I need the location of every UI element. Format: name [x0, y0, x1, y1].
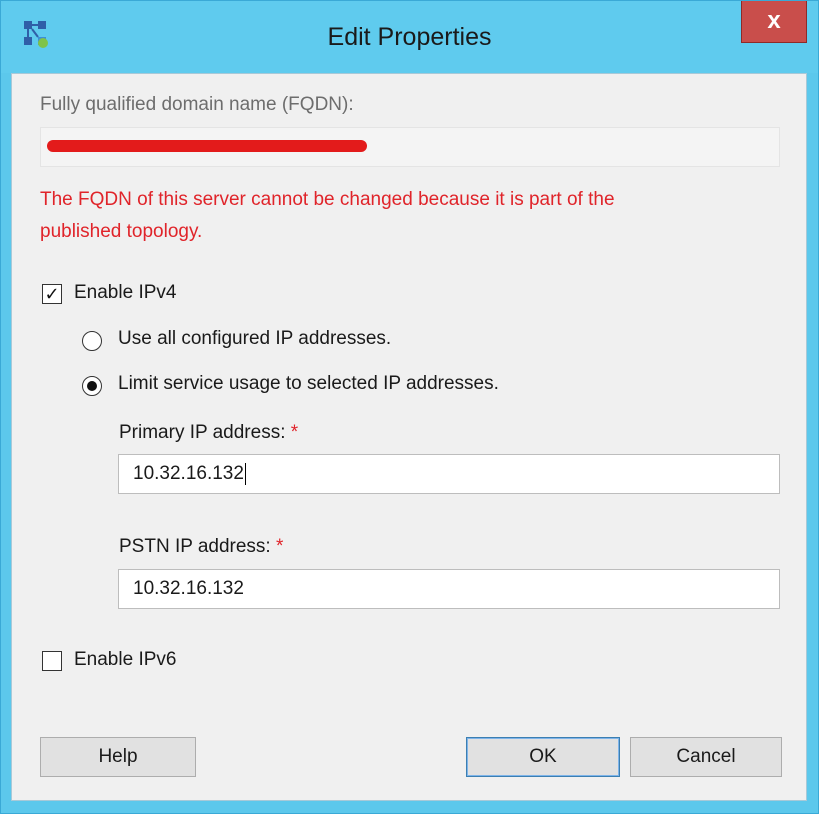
radio-selected-dot — [87, 381, 97, 391]
pstn-ip-input[interactable]: 10.32.16.132 — [118, 569, 780, 609]
primary-ip-label: Primary IP address: * — [119, 422, 298, 444]
text-caret — [244, 462, 246, 485]
use-all-ip-label[interactable]: Use all configured IP addresses. — [118, 328, 391, 350]
use-all-ip-radio[interactable] — [82, 331, 102, 351]
fqdn-label: Fully qualified domain name (FQDN): — [40, 94, 354, 115]
title-bar[interactable]: Edit Properties x — [1, 1, 818, 73]
window-title: Edit Properties — [327, 23, 492, 51]
fqdn-field — [40, 127, 780, 167]
enable-ipv6-label[interactable]: Enable IPv6 — [74, 649, 176, 671]
primary-ip-input[interactable]: 10.32.16.132 — [118, 454, 780, 494]
required-marker: * — [276, 536, 284, 557]
help-button[interactable]: Help — [40, 737, 196, 777]
fqdn-error-line-2: published topology. — [40, 221, 203, 242]
pstn-ip-label: PSTN IP address: * — [119, 536, 283, 558]
limit-ip-radio[interactable] — [82, 376, 102, 396]
primary-ip-value: 10.32.16.132 — [133, 463, 244, 484]
required-marker: * — [290, 422, 299, 443]
dialog-body: Fully qualified domain name (FQDN): The … — [11, 73, 807, 801]
limit-ip-label[interactable]: Limit service usage to selected IP addre… — [118, 373, 499, 395]
redaction-mark — [47, 140, 367, 152]
edit-properties-dialog: Edit Properties x Fully qualified domain… — [0, 0, 819, 814]
pstn-ip-value: 10.32.16.132 — [133, 578, 244, 599]
fqdn-error-line-1: The FQDN of this server cannot be change… — [40, 189, 615, 210]
enable-ipv4-checkbox[interactable]: ✓ — [42, 284, 62, 304]
cancel-button[interactable]: Cancel — [630, 737, 782, 777]
enable-ipv4-label[interactable]: Enable IPv4 — [74, 282, 176, 304]
enable-ipv6-checkbox[interactable] — [42, 651, 62, 671]
primary-ip-label-text: Primary IP address: — [119, 422, 286, 443]
pstn-ip-label-text: PSTN IP address: — [119, 536, 271, 557]
fqdn-error-message: The FQDN of this server cannot be change… — [40, 184, 780, 248]
close-button[interactable]: x — [741, 1, 807, 43]
ok-button[interactable]: OK — [466, 737, 620, 777]
